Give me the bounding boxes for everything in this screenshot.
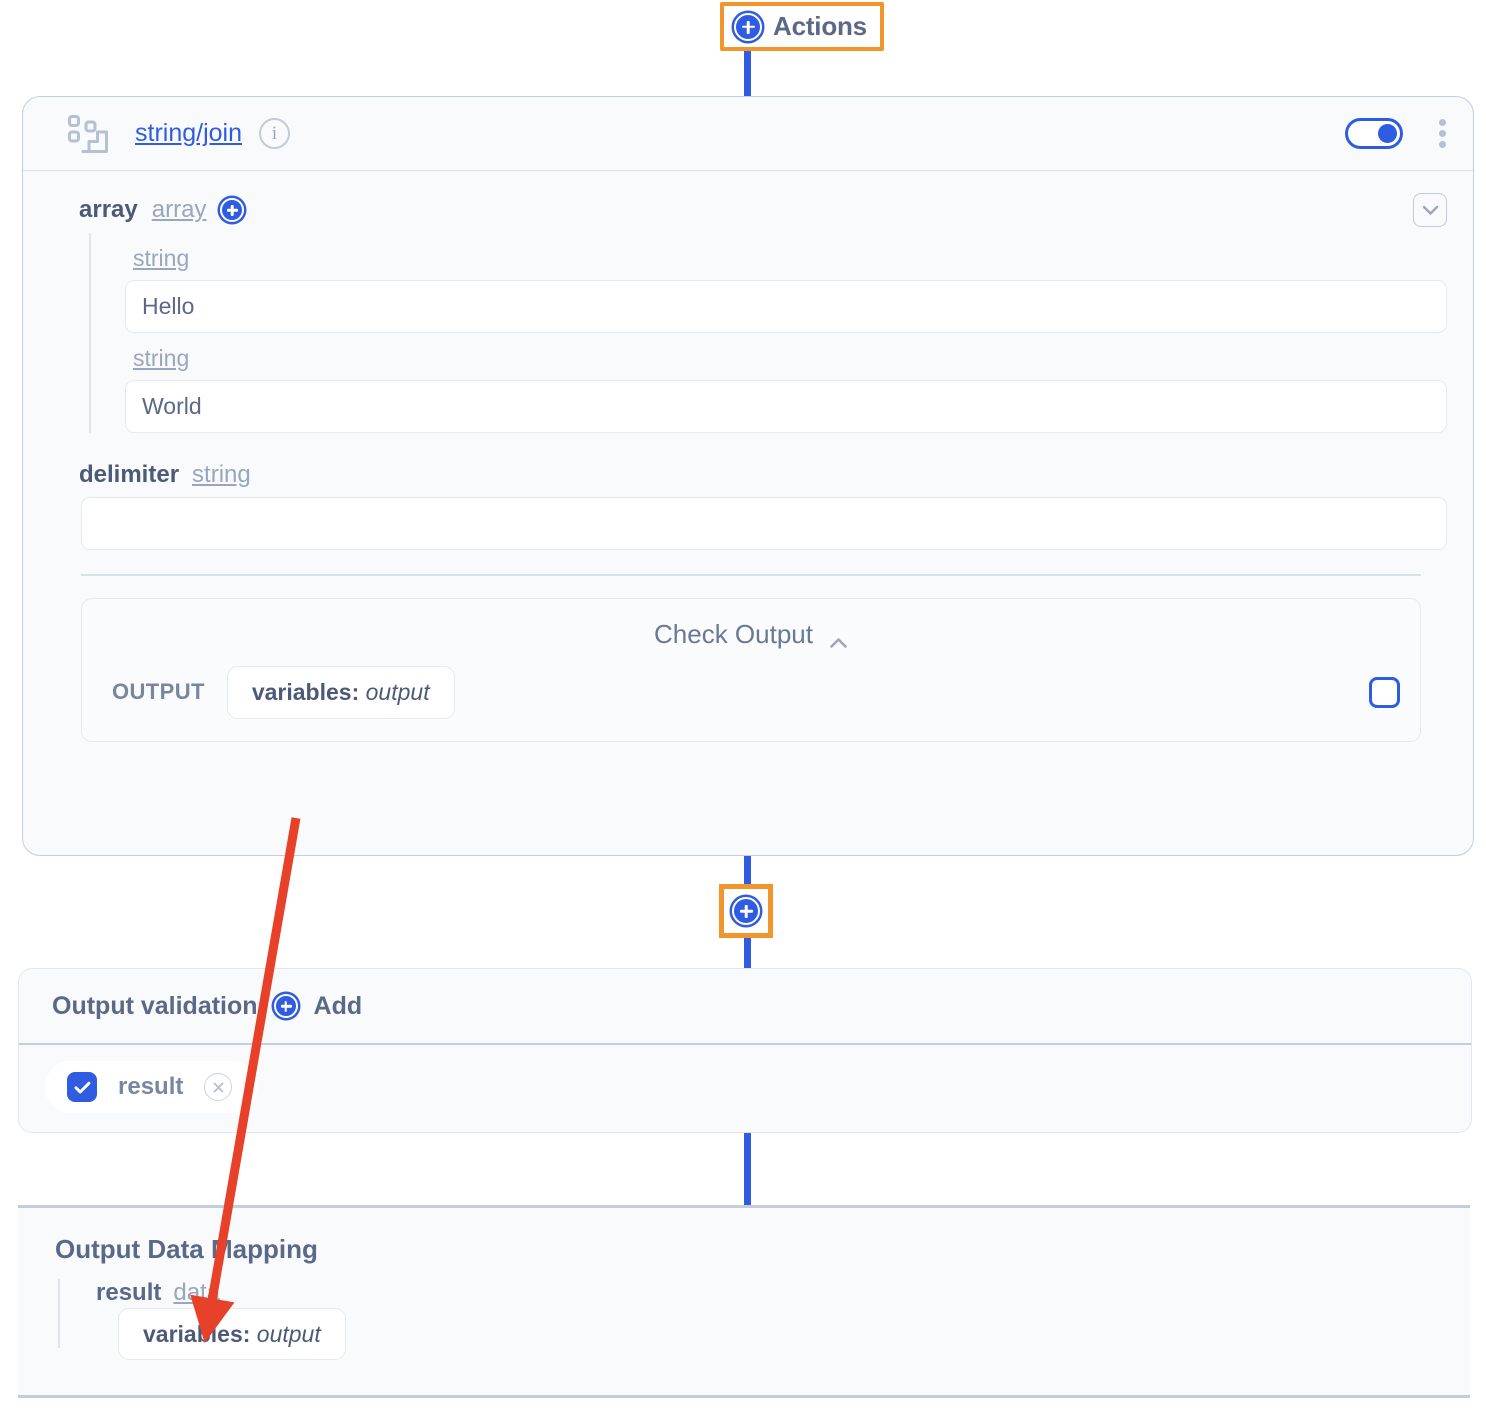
- collapse-array-chevron-down-icon[interactable]: [1413, 193, 1447, 227]
- output-validation-header: Output validation Add: [19, 969, 1471, 1045]
- output-validation-card: Output validation Add result: [18, 968, 1472, 1133]
- output-data-mapping-title: Output Data Mapping: [55, 1234, 318, 1264]
- array-item-1-input[interactable]: [125, 380, 1447, 433]
- output-validation-body: result: [19, 1045, 1471, 1113]
- array-item-0-type[interactable]: string: [125, 233, 189, 280]
- odm-field-type[interactable]: data: [173, 1279, 220, 1307]
- field-array-header-right: [1413, 193, 1447, 227]
- delimiter-input[interactable]: [81, 497, 1447, 550]
- check-output-pill-value: output: [365, 678, 430, 705]
- card-divider: [81, 574, 1421, 576]
- odm-pill-value: output: [256, 1321, 321, 1347]
- add-validation-plus-circle-icon[interactable]: [273, 994, 298, 1018]
- array-item-1-type[interactable]: string: [125, 333, 189, 380]
- odm-pill-key: variables:: [143, 1321, 251, 1347]
- enabled-toggle[interactable]: [1345, 118, 1403, 149]
- kebab-menu-icon[interactable]: [1439, 115, 1447, 152]
- chevron-up-icon[interactable]: [829, 625, 848, 648]
- circle-x-icon[interactable]: [204, 1073, 233, 1101]
- module-name-link[interactable]: string/join: [135, 119, 242, 148]
- actions-node-button[interactable]: Actions: [720, 2, 884, 51]
- check-output-panel: Check Output OUTPUT variables: output: [81, 597, 1421, 742]
- field-delimiter-name: delimiter: [79, 461, 180, 488]
- info-icon[interactable]: i: [259, 118, 290, 149]
- validation-item-result[interactable]: result: [45, 1061, 259, 1113]
- validation-result-label: result: [118, 1073, 184, 1100]
- action-card-header: string/join i: [23, 97, 1473, 171]
- field-delimiter-input-wrap: [55, 497, 1447, 550]
- action-card-body: array array string string: [23, 171, 1473, 742]
- odm-field-name: result: [96, 1279, 162, 1306]
- odm-pill-wrap: variables: output: [80, 1307, 1470, 1360]
- check-output-pill-key: variables:: [251, 678, 360, 705]
- odm-field-header: result data: [80, 1279, 1470, 1307]
- output-data-mapping-variables-pill[interactable]: variables: output: [118, 1308, 346, 1360]
- array-item-1: string: [125, 333, 1447, 433]
- plus-circle-icon[interactable]: [734, 12, 762, 41]
- validation-result-checkbox[interactable]: [67, 1072, 97, 1102]
- modules-icon: [67, 114, 111, 154]
- field-delimiter-header: delimiter string: [55, 433, 1447, 497]
- add-array-item-plus-circle-icon[interactable]: [220, 198, 245, 222]
- check-output-toggle[interactable]: Check Output: [82, 613, 1420, 666]
- add-step-node-button[interactable]: [719, 884, 773, 938]
- workflow-editor-canvas: Actions string/join i array array string…: [0, 0, 1486, 1412]
- check-output-checkbox[interactable]: [1369, 676, 1400, 708]
- action-card: string/join i array array string Hello s…: [22, 96, 1474, 856]
- array-item-0-input[interactable]: [125, 280, 1447, 333]
- field-delimiter-type[interactable]: string: [192, 461, 251, 489]
- array-item-0: string: [125, 233, 1447, 333]
- field-array-type[interactable]: array: [152, 196, 207, 224]
- field-array-name: array: [79, 196, 138, 223]
- output-data-mapping-body: result data variables: output: [58, 1279, 1470, 1360]
- output-validation-add-label[interactable]: Add: [314, 992, 363, 1021]
- plus-circle-icon[interactable]: [732, 897, 760, 925]
- output-label: OUTPUT: [112, 679, 205, 704]
- connector-line-bottom: [744, 1130, 751, 1208]
- output-validation-title: Output validation: [52, 991, 258, 1020]
- check-output-row: OUTPUT variables: output: [82, 665, 1420, 719]
- check-output-label: Check Output: [654, 618, 813, 649]
- check-output-variables-pill[interactable]: variables: output: [226, 665, 455, 719]
- field-array-header: array array: [55, 189, 1447, 233]
- array-items-group: string string: [89, 233, 1447, 433]
- actions-node-label: Actions: [773, 11, 867, 41]
- output-data-mapping-section: Output Data Mapping result data variable…: [18, 1205, 1470, 1398]
